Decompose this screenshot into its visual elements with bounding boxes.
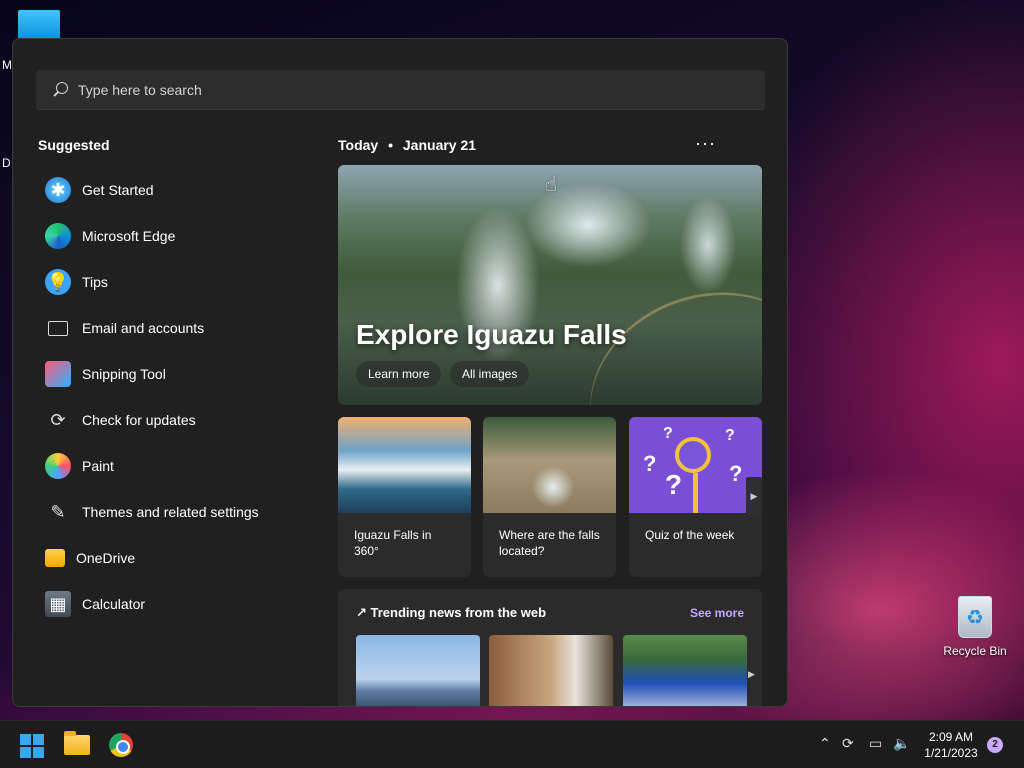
see-more-link[interactable]: See more — [690, 606, 744, 620]
trending-title-row: ↗ Trending news from the web — [356, 605, 546, 621]
mail-icon — [48, 320, 68, 336]
hand-cursor-icon: ☝ — [545, 174, 558, 196]
separator-dot: • — [388, 137, 393, 153]
date-label: 1/21/2023 — [924, 746, 978, 760]
trending-section: ↗ Trending news from the web See more ▶ — [338, 589, 762, 706]
chevron-up-icon[interactable]: ⌃ — [819, 735, 831, 752]
edge-icon — [45, 223, 71, 249]
suggested-item-email[interactable]: Email and accounts — [45, 305, 315, 351]
taskbar: ⌃ ⟳ ▭ 🔈 2:09 AM 1/21/2023 2 — [0, 720, 1024, 768]
suggested-item-label: Themes and related settings — [82, 504, 259, 520]
suggested-item-label: Tips — [82, 274, 108, 290]
chrome-icon[interactable] — [109, 733, 133, 757]
get-started-icon: ✱ — [45, 177, 71, 203]
onedrive-icon — [45, 549, 65, 567]
today-label: Today — [338, 137, 379, 153]
time-label: 2:09 AM — [928, 730, 974, 744]
next-arrow-icon[interactable]: ▶ — [746, 477, 762, 515]
suggested-list: ✱ Get Started Microsoft Edge 💡 Tips Emai… — [45, 167, 315, 627]
paint-icon — [45, 453, 71, 479]
hero-card[interactable]: Explore Iguazu Falls Learn more All imag… — [338, 165, 762, 405]
notification-badge[interactable]: 2 — [987, 737, 1003, 753]
suggested-item-label: Get Started — [82, 182, 154, 198]
snipping-tool-icon — [45, 361, 71, 387]
suggested-item-label: Check for updates — [82, 412, 196, 428]
tips-icon: 💡 — [45, 269, 71, 295]
volume-icon[interactable]: 🔈 — [893, 735, 910, 752]
card-iguazu-360[interactable]: Iguazu Falls in 360° — [338, 417, 471, 577]
recycle-bin-label: Recycle Bin — [943, 644, 1007, 658]
card-title: Iguazu Falls in 360° — [354, 528, 432, 558]
suggested-item-label: Paint — [82, 458, 114, 474]
question-mark-icon: ? — [729, 461, 743, 486]
recycle-bin-icon — [958, 596, 992, 638]
suggested-item-snipping-tool[interactable]: Snipping Tool — [45, 351, 315, 397]
next-arrow-icon[interactable]: ▶ — [748, 669, 755, 680]
news-thumbnail[interactable] — [623, 635, 747, 706]
card-image: ? ? ? ? ? — [629, 417, 762, 513]
search-input[interactable] — [78, 81, 728, 98]
cards-row: Iguazu Falls in 360° Where are the falls… — [338, 417, 762, 577]
suggested-item-get-started[interactable]: ✱ Get Started — [45, 167, 315, 213]
hero-title: Explore Iguazu Falls — [356, 319, 627, 350]
suggested-item-themes[interactable]: ✎ Themes and related settings — [45, 489, 315, 535]
news-thumbnail[interactable] — [489, 635, 613, 706]
card-title: Quiz of the week — [645, 528, 735, 542]
desktop-label-clipped: M — [2, 58, 12, 72]
desktop-icon[interactable] — [18, 10, 60, 40]
news-thumbnail[interactable] — [356, 635, 480, 706]
card-image — [483, 417, 616, 513]
suggested-item-paint[interactable]: Paint — [45, 443, 315, 489]
brush-icon: ✎ — [50, 501, 66, 522]
card-quiz[interactable]: ? ? ? ? ? Quiz of the week — [629, 417, 762, 577]
question-mark-icon: ? — [725, 427, 735, 444]
question-mark-icon: ? — [643, 451, 657, 476]
suggested-item-label: Snipping Tool — [82, 366, 166, 382]
trending-arrow-icon: ↗ — [356, 605, 371, 620]
trending-title: Trending news from the web — [370, 605, 547, 620]
magnifier-icon — [675, 437, 711, 473]
suggested-item-check-updates[interactable]: ⟳ Check for updates — [45, 397, 315, 443]
suggested-item-label: OneDrive — [76, 550, 136, 566]
suggested-item-calculator[interactable]: ▦ Calculator — [45, 581, 315, 627]
suggested-item-label: Email and accounts — [82, 320, 205, 336]
calculator-icon: ▦ — [45, 591, 71, 617]
file-explorer-icon[interactable] — [64, 731, 90, 755]
suggested-item-label: Calculator — [82, 596, 146, 612]
desktop-label-clipped: D — [2, 156, 11, 170]
more-options-icon[interactable]: ··· — [695, 133, 716, 154]
card-falls-location[interactable]: Where are the falls located? — [483, 417, 616, 577]
magnifier-handle — [693, 473, 698, 513]
start-button[interactable] — [20, 734, 44, 758]
suggested-item-label: Microsoft Edge — [82, 228, 176, 244]
suggested-item-tips[interactable]: 💡 Tips — [45, 259, 315, 305]
suggested-title: Suggested — [38, 137, 110, 153]
today-header: Today • January 21 — [338, 137, 476, 153]
date-label: January 21 — [402, 137, 477, 153]
all-images-button[interactable]: All images — [450, 361, 530, 387]
clock[interactable]: 2:09 AM 1/21/2023 — [916, 729, 986, 761]
network-icon[interactable]: ▭ — [869, 735, 882, 752]
search-box[interactable] — [36, 70, 765, 110]
question-mark-icon: ? — [665, 469, 683, 500]
refresh-icon: ⟳ — [50, 409, 66, 430]
recycle-bin[interactable]: Recycle Bin — [940, 596, 1010, 660]
start-menu: Suggested ✱ Get Started Microsoft Edge 💡… — [12, 38, 788, 707]
card-title: Where are the falls located? — [499, 528, 600, 558]
search-icon — [52, 81, 70, 99]
card-image — [338, 417, 471, 513]
suggested-item-onedrive[interactable]: OneDrive — [45, 535, 315, 581]
learn-more-button[interactable]: Learn more — [356, 361, 442, 387]
update-status-icon[interactable]: ⟳ — [842, 735, 854, 752]
question-mark-icon: ? — [663, 425, 673, 442]
suggested-item-edge[interactable]: Microsoft Edge — [45, 213, 315, 259]
